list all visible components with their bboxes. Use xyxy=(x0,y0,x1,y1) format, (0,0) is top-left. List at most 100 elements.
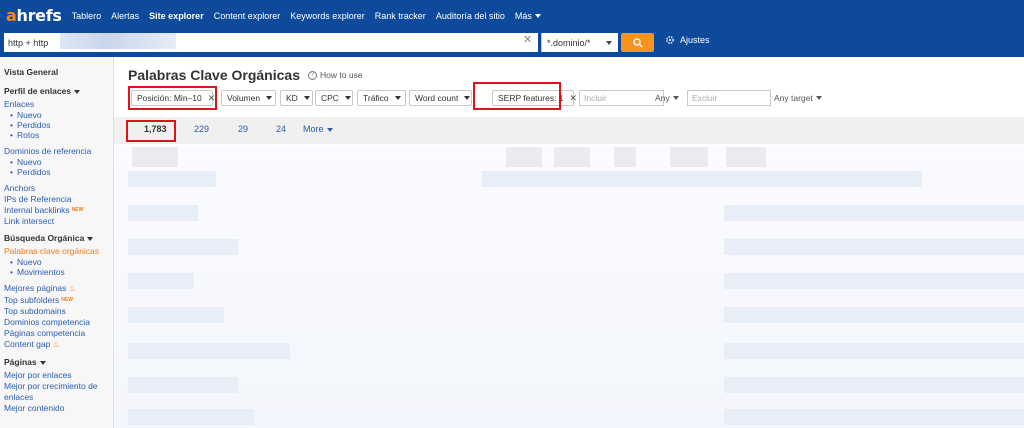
sidebar-item-enlaces[interactable]: Enlaces xyxy=(4,99,113,109)
how-to-use-link[interactable]: ? How to use xyxy=(308,70,363,80)
sidebar-item-mejor-crecimiento-cont[interactable]: enlaces xyxy=(4,392,113,402)
sidebar-item-ips[interactable]: IPs de Referencia xyxy=(4,194,113,204)
redacted-cell xyxy=(554,147,590,167)
redacted-row xyxy=(128,273,194,289)
tab-results-3[interactable]: 29 xyxy=(238,124,248,134)
mode-select[interactable]: *.dominio/* xyxy=(541,33,618,52)
redacted-url xyxy=(60,33,176,49)
filter-cpc[interactable]: CPC xyxy=(315,90,353,106)
exclude-input[interactable]: Excluir xyxy=(687,90,771,106)
filter-volumen[interactable]: Volumen xyxy=(221,90,276,106)
top-navigation: ahrefs Tablero Alertas Site explorer Con… xyxy=(0,0,1024,31)
flame-icon: ♨ xyxy=(68,284,76,293)
nav-mas[interactable]: Más xyxy=(515,11,541,21)
redacted-cell xyxy=(726,147,766,167)
redacted-row xyxy=(724,409,1024,425)
sidebar-subitem[interactable]: Rotos xyxy=(4,130,113,140)
sidebar-item-mejor-enlaces[interactable]: Mejor por enlaces xyxy=(4,370,113,380)
help-icon: ? xyxy=(308,70,317,80)
nav-tablero[interactable]: Tablero xyxy=(72,11,102,21)
sidebar-item-content-gap[interactable]: Content gap ♨ xyxy=(4,339,113,350)
sidebar-item-mejores-paginas[interactable]: Mejores páginas ♨ xyxy=(4,283,113,294)
tab-results-4[interactable]: 24 xyxy=(276,124,286,134)
nav-alertas[interactable]: Alertas xyxy=(111,11,139,21)
caret-down-icon xyxy=(394,96,401,100)
sidebar-subitem[interactable]: Nuevo xyxy=(4,257,113,267)
sidebar-paginas[interactable]: Páginas xyxy=(4,357,113,367)
redacted-row xyxy=(724,239,1024,255)
caret-down-icon xyxy=(815,96,822,100)
filters-bar: Posición: Min–10 ✕ Volumen KD CPC Tráfico… xyxy=(128,82,1008,110)
sidebar-item-anchors[interactable]: Anchors xyxy=(4,183,113,193)
target-select[interactable]: Any target xyxy=(774,90,822,106)
nav-site-explorer[interactable]: Site explorer xyxy=(149,11,204,21)
redacted-cell xyxy=(614,147,636,167)
sidebar-item-internal-backlinks[interactable]: Internal backlinks NEW xyxy=(4,205,113,215)
highlight-box xyxy=(473,82,561,110)
caret-down-icon xyxy=(266,96,273,100)
redacted-row xyxy=(724,377,1024,393)
tab-results-2[interactable]: 229 xyxy=(194,124,209,134)
gear-icon xyxy=(665,35,675,45)
redacted-row xyxy=(128,171,216,187)
sidebar-perfil-enlaces[interactable]: Perfil de enlaces xyxy=(4,86,113,96)
settings-button[interactable]: Ajustes xyxy=(665,35,710,45)
caret-down-icon xyxy=(303,96,310,100)
close-icon[interactable]: ✕ xyxy=(570,93,578,104)
nav-auditoria[interactable]: Auditoría del sitio xyxy=(436,11,505,21)
redacted-row xyxy=(724,205,1024,221)
sidebar-item-dominios-competencia[interactable]: Dominios competencia xyxy=(4,317,113,327)
search-button[interactable] xyxy=(621,33,654,52)
title-row: Palabras Clave Orgánicas ? How to use xyxy=(128,67,363,83)
main-content: Palabras Clave Orgánicas ? How to use Po… xyxy=(114,57,1024,428)
caret-down-icon xyxy=(87,236,94,241)
sidebar-item-top-subfolders[interactable]: Top subfolders NEW xyxy=(4,295,113,305)
sidebar-item-top-subdomains[interactable]: Top subdomains xyxy=(4,306,113,316)
filter-word-count[interactable]: Word count xyxy=(409,90,472,106)
redacted-row xyxy=(128,377,238,393)
tab-more[interactable]: More xyxy=(303,124,333,134)
sidebar-item-dominios-referencia[interactable]: Dominios de referencia xyxy=(4,146,113,156)
redacted-row xyxy=(724,273,1024,289)
sidebar-item-paginas-competencia[interactable]: Páginas competencia xyxy=(4,328,113,338)
sidebar: Vista General Perfil de enlaces Enlaces … xyxy=(0,57,114,428)
ahrefs-logo[interactable]: ahrefs xyxy=(6,6,62,25)
caret-down-icon xyxy=(344,96,351,100)
redacted-row xyxy=(128,239,238,255)
sidebar-item-link-intersect[interactable]: Link intersect xyxy=(4,216,113,226)
search-bar: http + http ✕ *.dominio/* Ajustes xyxy=(0,31,1024,57)
sidebar-item-mejor-contenido[interactable]: Mejor contenido xyxy=(4,403,113,413)
redacted-row xyxy=(724,343,1024,359)
sidebar-subitem[interactable]: Perdidos xyxy=(4,167,113,177)
caret-down-icon xyxy=(39,360,46,365)
redacted-results-table xyxy=(114,147,1024,428)
flame-icon: ♨ xyxy=(52,340,60,349)
filter-trafico[interactable]: Tráfico xyxy=(357,90,406,106)
highlight-box xyxy=(126,120,176,142)
search-icon xyxy=(632,37,643,48)
caret-down-icon xyxy=(606,41,612,45)
sidebar-subitem[interactable]: Nuevo xyxy=(4,110,113,120)
filter-kd[interactable]: KD xyxy=(280,90,313,106)
sidebar-busqueda-organica[interactable]: Búsqueda Orgánica xyxy=(4,233,113,243)
sidebar-subitem[interactable]: Movimientos xyxy=(4,267,113,277)
close-icon[interactable]: ✕ xyxy=(523,33,532,46)
sidebar-item-mejor-crecimiento[interactable]: Mejor por crecimiento de xyxy=(4,381,113,391)
nav-rank-tracker[interactable]: Rank tracker xyxy=(375,11,426,21)
redacted-row xyxy=(128,205,198,221)
redacted-cell xyxy=(506,147,542,167)
results-tabs: 1,783 229 29 24 More xyxy=(114,117,1024,144)
sidebar-subitem[interactable]: Nuevo xyxy=(4,157,113,167)
include-match-select[interactable]: Any xyxy=(655,90,679,106)
caret-down-icon xyxy=(326,127,333,132)
caret-down-icon xyxy=(534,14,541,19)
new-badge: NEW xyxy=(61,297,73,303)
caret-down-icon xyxy=(464,96,471,100)
nav-content-explorer[interactable]: Content explorer xyxy=(214,11,281,21)
sidebar-vista-general[interactable]: Vista General xyxy=(4,67,113,77)
redacted-cell xyxy=(670,147,708,167)
nav-keywords-explorer[interactable]: Keywords explorer xyxy=(290,11,365,21)
include-input[interactable]: Incluir xyxy=(579,90,664,106)
sidebar-item-palabras-clave[interactable]: Palabras clave orgánicas xyxy=(4,246,113,256)
sidebar-subitem[interactable]: Perdidos xyxy=(4,120,113,130)
